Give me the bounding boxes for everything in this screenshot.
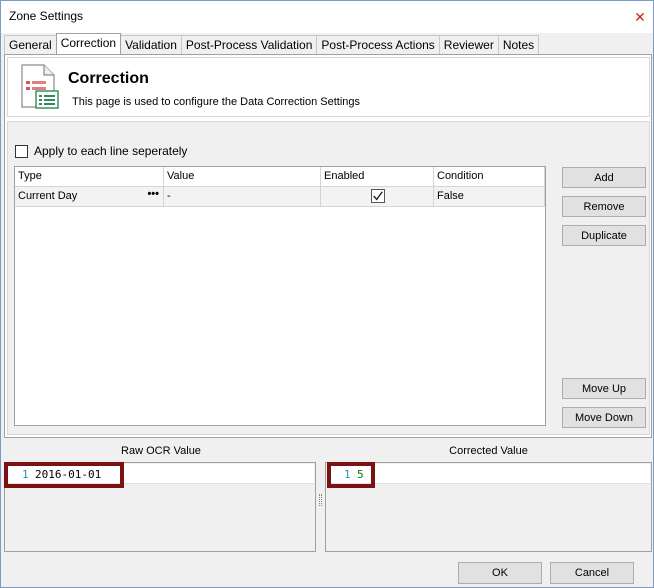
move-down-button[interactable]: Move Down [562,407,646,428]
column-header-enabled[interactable]: Enabled [321,167,434,187]
corrected-value-highlight [327,462,375,488]
tab-post-process-actions[interactable]: Post-Process Actions [316,35,440,54]
table-row[interactable]: Current Day ••• - False [15,187,545,207]
page-description: This page is used to configure the Data … [72,96,360,108]
window-title: Zone Settings [9,9,84,23]
page-title: Correction [68,70,149,87]
tab-strip: General Correction Validation Post-Proce… [4,33,540,54]
add-button[interactable]: Add [562,167,646,188]
title-bar: Zone Settings ✕ [1,1,653,33]
remove-button[interactable]: Remove [562,196,646,217]
ok-button[interactable]: OK [458,562,542,584]
tab-validation[interactable]: Validation [120,35,182,54]
zone-settings-window: Zone Settings ✕ General Correction Valid… [0,0,654,588]
editor-line: 1 5 [327,464,650,484]
raw-ocr-label: Raw OCR Value [121,445,201,457]
splitter-grip-icon[interactable] [319,494,322,506]
document-settings-icon [21,64,59,109]
grid-header-row: Type Value Enabled Condition [15,167,545,187]
tab-post-process-validation[interactable]: Post-Process Validation [180,35,318,54]
raw-ocr-highlight [4,462,124,488]
enabled-cell[interactable] [321,187,434,207]
column-header-type[interactable]: Type [15,167,164,187]
type-cell-value: Current Day [18,190,78,202]
value-cell[interactable]: - [164,187,321,207]
apply-each-line-label: Apply to each line seperately [34,144,188,158]
condition-cell[interactable]: False [434,187,545,207]
apply-each-line-checkbox[interactable] [15,144,28,158]
apply-each-line-option[interactable]: Apply to each line seperately [15,144,187,158]
page-header: Correction This page is used to configur… [7,57,650,117]
cancel-button[interactable]: Cancel [550,562,634,584]
tab-notes[interactable]: Notes [497,35,540,54]
tab-correction[interactable]: Correction [55,33,122,54]
ellipsis-button[interactable]: ••• [147,188,159,200]
corrected-value-label: Corrected Value [449,445,528,457]
type-cell[interactable]: Current Day ••• [15,187,164,207]
corrections-grid[interactable]: Type Value Enabled Condition Current Day… [14,166,546,426]
tab-reviewer[interactable]: Reviewer [438,35,499,54]
duplicate-button[interactable]: Duplicate [562,225,646,246]
move-up-button[interactable]: Move Up [562,378,646,399]
column-header-value[interactable]: Value [164,167,321,187]
correction-tab-page: Correction This page is used to configur… [4,54,652,438]
close-icon[interactable]: ✕ [627,5,653,29]
column-header-condition[interactable]: Condition [434,167,545,187]
enabled-checkbox[interactable] [371,189,385,203]
tab-general[interactable]: General [4,35,57,54]
correction-settings-panel: Apply to each line seperately Type Value… [7,121,650,435]
